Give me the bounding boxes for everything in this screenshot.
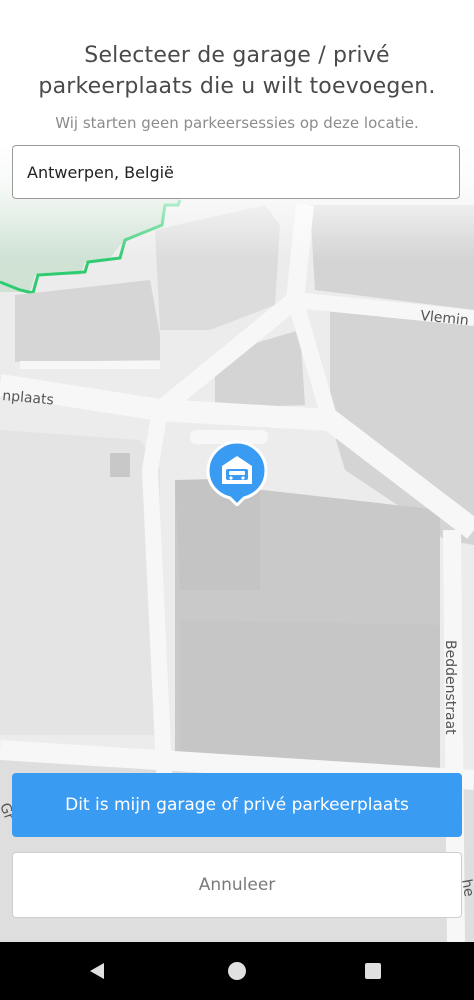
street-label-right-vertical: Beddenstraat bbox=[442, 640, 458, 735]
title-line-1: Selecteer de garage / privé bbox=[84, 43, 390, 68]
cancel-button[interactable]: Annuleer bbox=[12, 852, 462, 918]
home-icon[interactable] bbox=[228, 962, 246, 980]
location-search-field[interactable] bbox=[12, 145, 460, 199]
confirm-garage-button[interactable]: Dit is mijn garage of privé parkeerplaat… bbox=[12, 773, 462, 837]
title-line-2: parkeerplaats die u wilt toevoegen. bbox=[38, 74, 436, 99]
page-subtitle: Wij starten geen parkeersessies op deze … bbox=[55, 114, 419, 132]
recent-apps-icon[interactable] bbox=[365, 963, 381, 979]
page-title: Selecteer de garage / privé parkeerplaat… bbox=[0, 40, 474, 102]
back-icon[interactable] bbox=[90, 963, 104, 979]
garage-car-icon bbox=[206, 440, 268, 508]
garage-marker[interactable] bbox=[206, 440, 268, 508]
location-search-input[interactable] bbox=[13, 146, 459, 198]
